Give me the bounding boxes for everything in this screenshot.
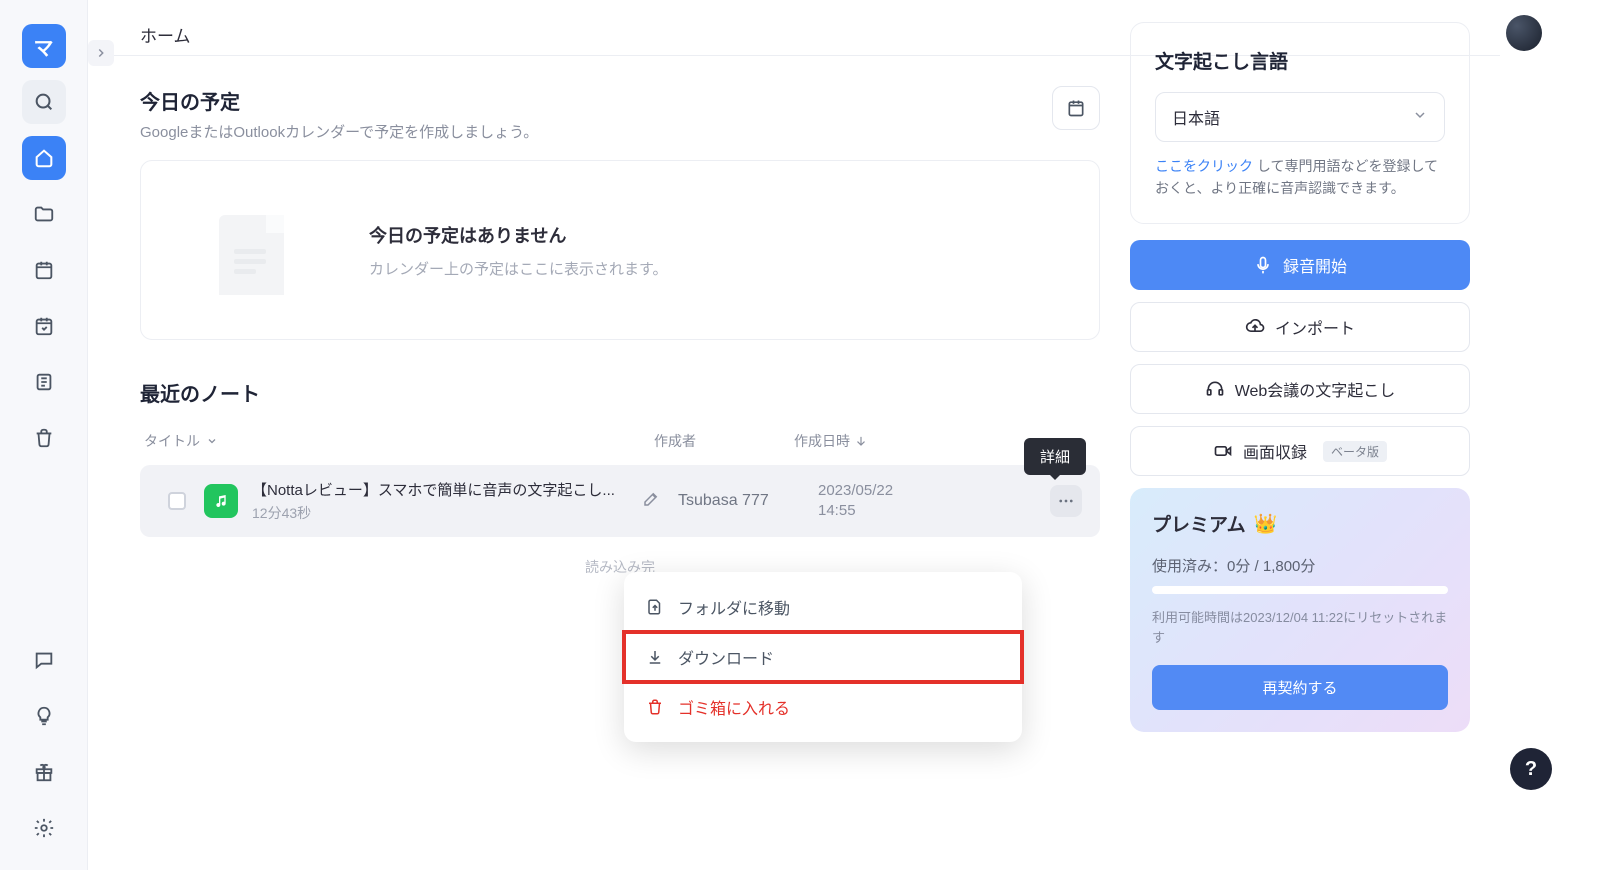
help-button[interactable]: ? <box>1510 748 1552 790</box>
chevron-down-icon <box>1412 107 1428 123</box>
crown-icon: 👑 <box>1254 512 1278 536</box>
gear-icon <box>33 817 55 839</box>
transcription-language-panel: 文字起こし言語 日本語 ここをクリック して専門用語などを登録しておくと、より正… <box>1130 22 1470 224</box>
chat-icon <box>33 649 55 671</box>
premium-title: プレミアム <box>1152 510 1246 537</box>
note-context-menu: フォルダに移動 ダウンロード ゴミ箱に入れる <box>624 572 1022 742</box>
renew-button[interactable]: 再契約する <box>1152 665 1448 710</box>
beta-badge: ベータ版 <box>1323 441 1387 462</box>
start-recording-button[interactable]: 録音開始 <box>1130 240 1470 290</box>
folder-move-icon <box>646 598 664 616</box>
notebook-icon <box>33 371 55 393</box>
nav-settings[interactable] <box>22 806 66 850</box>
empty-title: 今日の予定はありません <box>369 222 668 248</box>
column-date[interactable]: 作成日時 <box>794 431 924 451</box>
search-icon <box>33 91 55 113</box>
schedule-empty-card: 今日の予定はありません カレンダー上の予定はここに表示されます。 <box>140 160 1100 340</box>
avatar[interactable] <box>1506 15 1542 51</box>
pencil-icon <box>642 490 660 508</box>
premium-usage: 使用済み：0分 / 1,800分 <box>1152 555 1448 576</box>
nav-feedback[interactable] <box>22 638 66 682</box>
sidebar: マ <box>0 0 88 870</box>
menu-move-to-folder[interactable]: フォルダに移動 <box>624 582 1022 632</box>
schedule-icon <box>33 315 55 337</box>
language-value: 日本語 <box>1172 105 1220 129</box>
note-more-button[interactable]: 詳細 <box>1050 485 1082 517</box>
column-title[interactable]: タイトル <box>144 431 654 451</box>
schedule-title: 今日の予定 <box>140 86 538 115</box>
lang-hint: ここをクリック して専門用語などを登録しておくと、より正確に音声認識できます。 <box>1155 156 1445 199</box>
calendar-icon <box>33 259 55 281</box>
recent-notes-title: 最近のノート <box>140 378 1100 407</box>
headset-icon <box>1205 379 1225 399</box>
trash-icon <box>646 698 664 716</box>
page-title: ホーム <box>140 22 191 47</box>
nav-search[interactable] <box>22 80 66 124</box>
schedule-subtitle: GoogleまたはOutlookカレンダーで予定を作成しましょう。 <box>140 121 538 142</box>
menu-trash[interactable]: ゴミ箱に入れる <box>624 682 1022 732</box>
hint-link[interactable]: ここをクリック <box>1155 158 1253 174</box>
note-title: 【Nottaレビュー】スマホで簡単に音声の文字起こし... <box>252 479 642 500</box>
nav-home[interactable] <box>22 136 66 180</box>
nav-trash[interactable] <box>22 416 66 460</box>
notes-table-header: タイトル 作成者 作成日時 <box>140 431 1100 465</box>
nav-notebook[interactable] <box>22 360 66 404</box>
calendar-icon <box>1066 98 1086 118</box>
note-date: 2023/05/2214:55 <box>818 481 948 522</box>
video-icon <box>1213 441 1233 461</box>
note-author: Tsubasa 777 <box>678 492 818 510</box>
empty-illustration <box>189 195 319 305</box>
chevron-down-icon <box>206 435 218 447</box>
web-meeting-button[interactable]: Web会議の文字起こし <box>1130 364 1470 414</box>
trash-icon <box>33 427 55 449</box>
gift-icon <box>33 761 55 783</box>
calendar-button[interactable] <box>1052 86 1100 130</box>
nav-schedule[interactable] <box>22 304 66 348</box>
premium-reset-text: 利用可能時間は2023/12/04 11:22にリセットされます <box>1152 608 1448 647</box>
more-tooltip: 詳細 <box>1024 438 1086 475</box>
lightbulb-icon <box>33 705 55 727</box>
import-button[interactable]: インポート <box>1130 302 1470 352</box>
nav-calendar[interactable] <box>22 248 66 292</box>
download-icon <box>646 648 664 666</box>
screen-recording-button[interactable]: 画面収録 ベータ版 <box>1130 426 1470 476</box>
nav-folder[interactable] <box>22 192 66 236</box>
language-select[interactable]: 日本語 <box>1155 92 1445 142</box>
nav-gift[interactable] <box>22 750 66 794</box>
note-audio-icon <box>204 484 238 518</box>
note-duration: 12分43秒 <box>252 503 642 523</box>
premium-progress-bar <box>1152 586 1448 594</box>
dots-icon <box>1057 492 1075 510</box>
note-checkbox[interactable] <box>168 492 186 510</box>
menu-download[interactable]: ダウンロード <box>624 632 1022 682</box>
app-logo[interactable]: マ <box>22 24 66 68</box>
premium-card: プレミアム 👑 使用済み：0分 / 1,800分 利用可能時間は2023/12/… <box>1130 488 1470 732</box>
cloud-upload-icon <box>1245 317 1265 337</box>
arrow-down-icon <box>854 434 868 448</box>
lang-panel-title: 文字起こし言語 <box>1155 47 1445 74</box>
home-icon <box>33 147 55 169</box>
note-row[interactable]: 【Nottaレビュー】スマホで簡単に音声の文字起こし... 12分43秒 Tsu… <box>140 465 1100 537</box>
empty-subtitle: カレンダー上の予定はここに表示されます。 <box>369 258 668 279</box>
nav-tips[interactable] <box>22 694 66 738</box>
column-author: 作成者 <box>654 431 794 451</box>
mic-icon <box>1253 255 1273 275</box>
chevron-right-icon <box>94 46 108 60</box>
folder-icon <box>33 203 55 225</box>
sidebar-expand[interactable] <box>88 40 114 66</box>
note-edit-button[interactable] <box>642 490 678 513</box>
